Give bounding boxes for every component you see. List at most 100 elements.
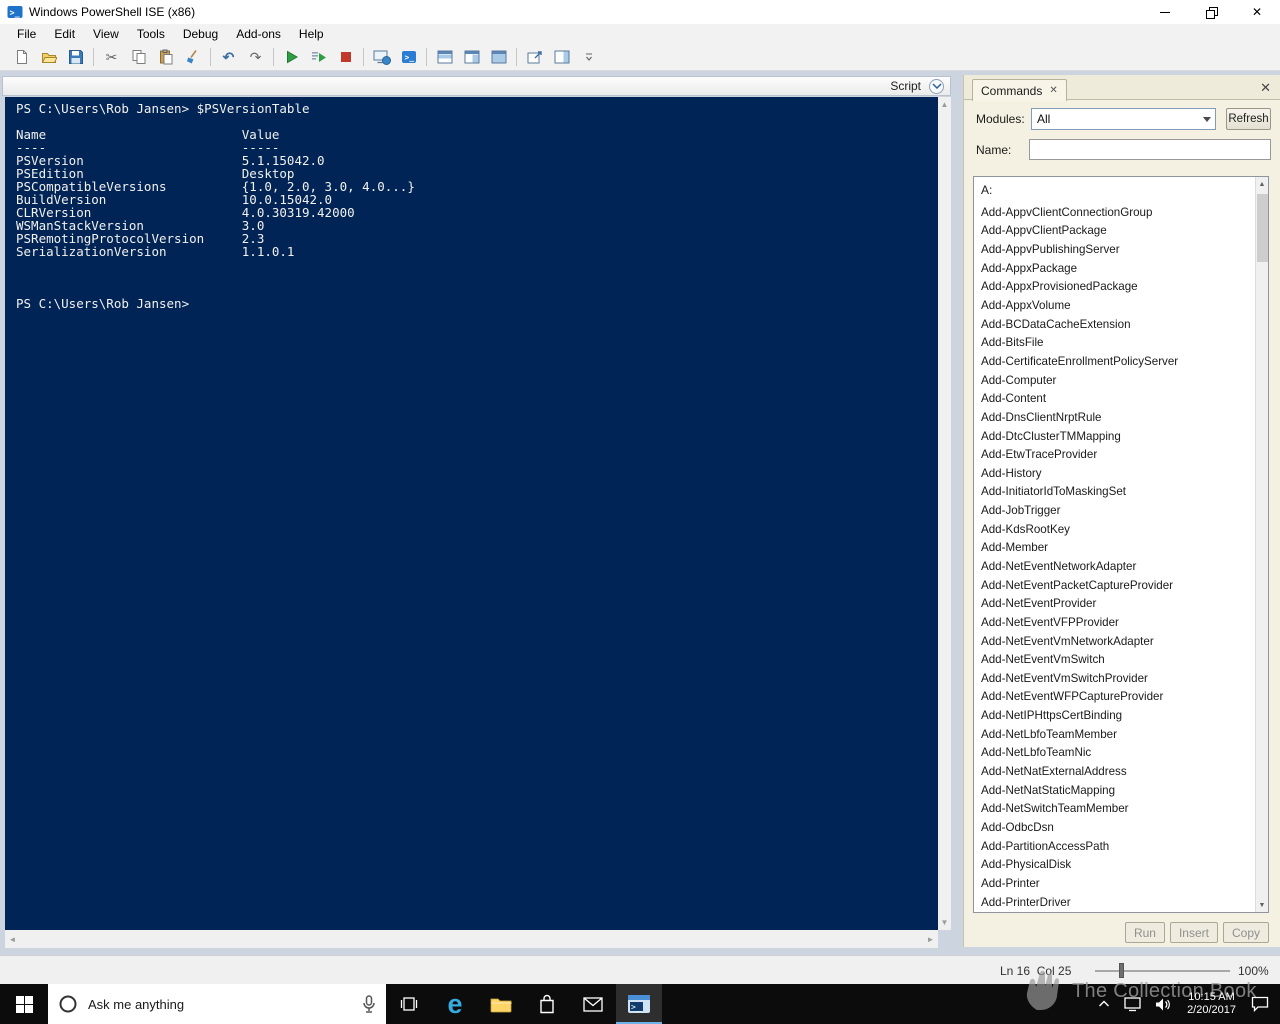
store-button[interactable] [524,984,570,1024]
stop-button[interactable] [332,46,359,69]
command-list-item[interactable]: Add-NetEventVmSwitchProvider [974,669,1268,688]
cortana-search-box[interactable]: Ask me anything [48,984,386,1024]
command-list-item[interactable]: Add-AppxProvisionedPackage [974,278,1268,297]
redo-button[interactable]: ↷ [242,46,269,69]
insert-button[interactable]: Insert [1170,922,1218,943]
scroll-left-icon[interactable]: ◄ [5,932,20,947]
toolbar-overflow-button[interactable] [575,46,602,69]
scroll-up-icon[interactable]: ▲ [1255,177,1270,191]
show-script-pane-maximized-button[interactable] [485,46,512,69]
volume-button[interactable] [1148,984,1179,1024]
undo-button[interactable]: ↶ [215,46,242,69]
command-list-item[interactable]: Add-History [974,464,1268,483]
menu-item[interactable]: Edit [45,25,84,43]
cut-button[interactable]: ✂ [98,46,125,69]
minimize-button[interactable] [1142,0,1188,24]
new-script-button[interactable] [8,46,35,69]
command-list-item[interactable]: Add-InitiatorIdToMaskingSet [974,483,1268,502]
command-list-item[interactable]: Add-Content [974,389,1268,408]
edge-button[interactable]: e [432,984,478,1024]
command-list[interactable]: A: Add-AppvClientConnectionGroupAdd-Appv… [973,176,1269,913]
remote-tab-button[interactable] [368,46,395,69]
zoom-slider-track[interactable] [1095,970,1230,972]
menu-item[interactable]: Debug [174,25,227,43]
menu-item[interactable]: Tools [128,25,174,43]
command-list-item[interactable]: Add-PhysicalDisk [974,855,1268,874]
expand-script-pane-button[interactable] [929,79,944,94]
run-script-button[interactable] [278,46,305,69]
command-list-item[interactable]: Add-NetLbfoTeamMember [974,725,1268,744]
command-list-item[interactable]: Add-NetEventVmNetworkAdapter [974,632,1268,651]
command-list-item[interactable]: Add-AppxPackage [974,259,1268,278]
tab-commands[interactable]: Commands ✕ [972,79,1067,101]
command-list-item[interactable]: Add-NetEventVmSwitch [974,650,1268,669]
scroll-right-icon[interactable]: ► [923,932,938,947]
command-list-item[interactable]: Add-OdbcDsn [974,818,1268,837]
task-view-button[interactable] [386,984,432,1024]
scrollbar-thumb[interactable] [1257,194,1268,262]
run-button[interactable]: Run [1125,922,1165,943]
panel-close-button[interactable]: ✕ [1260,80,1271,96]
command-list-scrollbar[interactable]: ▲ ▼ [1255,177,1268,912]
command-list-item[interactable]: Add-NetEventVFPProvider [974,613,1268,632]
console-horizontal-scrollbar[interactable]: ◄ ► [5,930,938,948]
scroll-down-icon[interactable]: ▼ [1255,898,1270,912]
command-list-item[interactable]: Add-NetNatStaticMapping [974,781,1268,800]
undock-addon-button[interactable] [521,46,548,69]
menu-item[interactable]: File [8,25,45,43]
tab-close-icon[interactable]: ✕ [1049,85,1057,96]
copy-button-panel[interactable]: Copy [1223,922,1269,943]
command-list-item[interactable]: Add-AppvClientPackage [974,222,1268,241]
open-script-button[interactable] [35,46,62,69]
file-explorer-button[interactable] [478,984,524,1024]
command-list-item[interactable]: Add-NetNatExternalAddress [974,762,1268,781]
start-button[interactable] [0,984,48,1024]
scroll-up-icon[interactable]: ▲ [937,97,952,112]
command-list-item[interactable]: Add-DnsClientNrptRule [974,408,1268,427]
command-list-item[interactable]: Add-KdsRootKey [974,520,1268,539]
command-list-item[interactable]: Add-Member [974,539,1268,558]
show-script-pane-top-button[interactable] [431,46,458,69]
command-list-item[interactable]: Add-NetEventPacketCaptureProvider [974,576,1268,595]
command-list-item[interactable]: Add-BCDataCacheExtension [974,315,1268,334]
refresh-button[interactable]: Refresh [1226,108,1271,130]
hidden-icons-button[interactable] [1091,984,1117,1024]
command-list-item[interactable]: Add-NetSwitchTeamMember [974,800,1268,819]
command-list-item[interactable]: Add-NetLbfoTeamNic [974,744,1268,763]
scroll-down-icon[interactable]: ▼ [937,915,952,930]
network-button[interactable] [1117,984,1148,1024]
command-list-item[interactable]: Add-BitsFile [974,333,1268,352]
taskbar-clock[interactable]: 10:15 AM 2/20/2017 [1179,991,1244,1017]
modules-dropdown[interactable]: All [1031,108,1216,130]
command-list-item[interactable]: Add-AppvClientConnectionGroup [974,203,1268,222]
console-pane[interactable]: PS C:\Users\Rob Jansen> $PSVersionTable … [5,97,938,930]
command-list-item[interactable]: Add-AppvPublishingServer [974,240,1268,259]
menu-item[interactable]: View [84,25,128,43]
command-list-item[interactable]: Add-NetEventProvider [974,594,1268,613]
console-output[interactable]: PS C:\Users\Rob Jansen> $PSVersionTable … [5,97,938,310]
command-list-item[interactable]: Add-PrinterDriver [974,893,1268,912]
command-list-item[interactable]: Add-NetEventNetworkAdapter [974,557,1268,576]
clear-console-button[interactable] [179,46,206,69]
command-list-item[interactable]: Add-JobTrigger [974,501,1268,520]
start-powershell-button[interactable]: >_ [395,46,422,69]
menu-item[interactable]: Add-ons [227,25,290,43]
console-vertical-scrollbar[interactable]: ▲ ▼ [938,97,951,930]
name-filter-input[interactable] [1029,139,1271,160]
close-button[interactable]: ✕ [1234,0,1280,24]
zoom-slider-thumb[interactable] [1119,963,1124,978]
taskbar-powershell-ise-button[interactable]: >_ [616,984,662,1024]
menu-item[interactable]: Help [290,25,333,43]
restore-button[interactable] [1188,0,1234,24]
mail-button[interactable] [570,984,616,1024]
show-script-pane-right-button[interactable] [458,46,485,69]
command-list-item[interactable]: Add-PartitionAccessPath [974,837,1268,856]
action-center-button[interactable] [1244,984,1276,1024]
command-list-item[interactable]: Add-PrinterPort [974,911,1268,913]
show-command-addon-button[interactable] [548,46,575,69]
command-list-item[interactable]: Add-AppxVolume [974,296,1268,315]
command-list-item[interactable]: Add-NetEventWFPCaptureProvider [974,688,1268,707]
command-list-item[interactable]: Add-EtwTraceProvider [974,445,1268,464]
save-script-button[interactable] [62,46,89,69]
copy-button[interactable] [125,46,152,69]
